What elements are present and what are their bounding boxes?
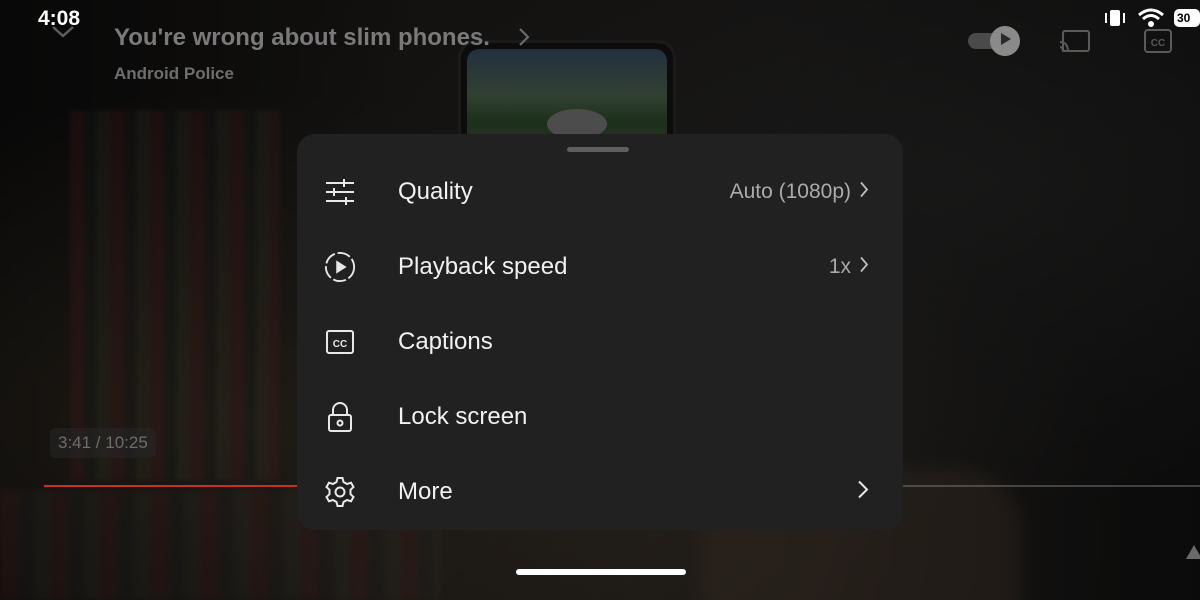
settings-sheet: Quality Auto (1080p) Playback speed 1x C… [297, 134, 903, 530]
home-gesture-bar[interactable] [516, 569, 686, 575]
cast-icon[interactable] [1058, 28, 1092, 61]
timecode: 3:41 / 10:25 [50, 428, 156, 458]
video-player-screen: 4:08 30 You're wrong about slim phones. … [0, 0, 1200, 600]
playback-speed-menu-item[interactable]: Playback speed 1x [297, 229, 903, 304]
vibrate-icon [1102, 8, 1128, 28]
more-menu-item[interactable]: More [297, 454, 903, 529]
svg-text:CC: CC [333, 339, 347, 350]
lock-screen-label: Lock screen [398, 402, 528, 430]
playback-speed-label: Playback speed [398, 252, 568, 280]
channel-name[interactable]: Android Police [114, 64, 234, 84]
sheet-drag-handle[interactable] [567, 147, 629, 152]
gear-icon [324, 476, 356, 508]
quality-menu-item[interactable]: Quality Auto (1080p) [297, 154, 903, 229]
play-icon [998, 32, 1012, 51]
chevron-right-icon [859, 180, 869, 203]
lock-icon [324, 401, 356, 433]
chevron-right-icon [859, 255, 869, 278]
svg-text:CC: CC [1151, 38, 1165, 49]
captions-label: Captions [398, 327, 493, 355]
captions-menu-item[interactable]: CC Captions [297, 304, 903, 379]
title-chevron-icon[interactable] [516, 26, 532, 53]
more-label: More [398, 477, 453, 505]
playback-speed-icon [324, 251, 356, 283]
sliders-icon [324, 176, 356, 208]
battery-indicator: 30 [1174, 9, 1200, 27]
expand-up-icon[interactable] [1186, 545, 1200, 559]
wifi-icon [1138, 8, 1164, 28]
chevron-right-icon [857, 479, 869, 504]
lock-screen-menu-item[interactable]: Lock screen [297, 379, 903, 454]
captions-icon: CC [324, 326, 356, 358]
captions-toggle-icon[interactable]: CC [1143, 27, 1173, 60]
minimize-chevron-icon[interactable] [50, 24, 76, 45]
video-title[interactable]: You're wrong about slim phones. [114, 24, 490, 52]
autoplay-toggle[interactable] [968, 26, 1026, 56]
status-icons: 30 [1102, 8, 1200, 28]
quality-value: Auto (1080p) [729, 179, 851, 203]
playback-speed-value: 1x [828, 254, 851, 278]
quality-label: Quality [398, 177, 473, 205]
